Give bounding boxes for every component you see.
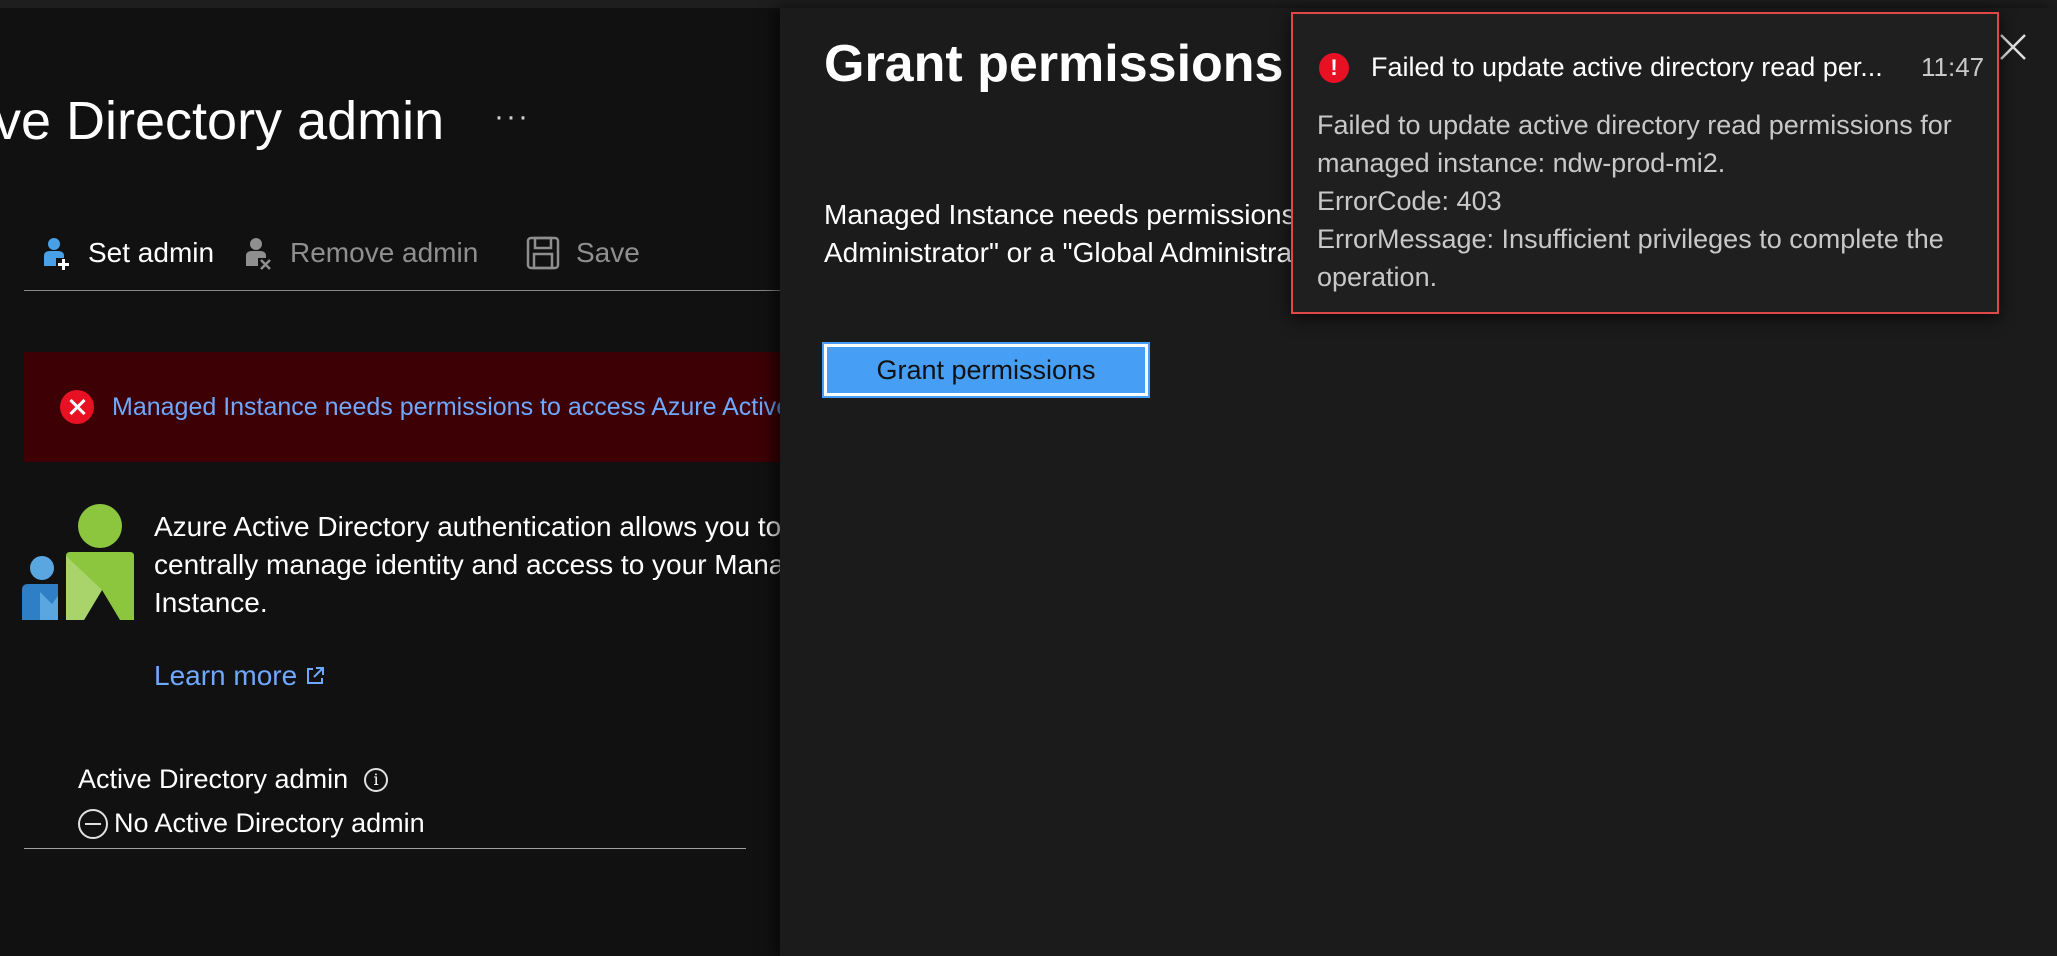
more-options-button[interactable]: ··· <box>494 100 530 134</box>
panel-title: Grant permissions <box>824 35 1284 93</box>
remove-admin-label: Remove admin <box>290 237 479 268</box>
notification-time: 11:47 <box>1921 52 1985 82</box>
set-admin-button[interactable]: Set admin <box>42 236 214 270</box>
aad-users-icon <box>22 504 134 620</box>
remove-user-icon <box>246 238 271 270</box>
add-user-icon <box>44 238 69 270</box>
save-label: Save <box>576 237 640 268</box>
error-alert-icon: ! <box>1319 52 1349 83</box>
remove-admin-button[interactable]: Remove admin <box>244 236 478 270</box>
admin-field-value: No Active Directory admin <box>78 808 425 839</box>
error-circle-icon <box>60 390 94 424</box>
toolbar: Set admin Remove admin Save <box>24 226 780 291</box>
aad-description: Azure Active Directory authentication al… <box>154 511 780 618</box>
learn-more-link[interactable]: Learn more <box>154 660 325 692</box>
aad-admin-blade: ve Directory admin ··· Set admin Remove … <box>0 8 780 956</box>
admin-label-text: Active Directory admin <box>78 764 349 794</box>
notification-title: Failed to update active directory read p… <box>1371 52 1883 82</box>
top-edge <box>0 0 2057 8</box>
page-title: ve Directory admin <box>0 91 445 151</box>
error-banner: Managed Instance needs permissions to ac… <box>24 352 780 462</box>
learn-more-label: Learn more <box>154 660 298 691</box>
external-link-icon <box>307 667 325 684</box>
save-button[interactable]: Save <box>526 236 640 270</box>
minus-circle-icon <box>78 808 108 839</box>
set-admin-label: Set admin <box>88 237 215 268</box>
close-icon[interactable] <box>1998 32 2028 62</box>
grant-permissions-button[interactable]: Grant permissions <box>822 342 1150 398</box>
notification-body: Failed to update active directory read p… <box>1317 106 1987 296</box>
admin-value-text: No Active Directory admin <box>114 808 425 838</box>
error-notification[interactable]: ! Failed to update active directory read… <box>1291 12 1999 314</box>
save-icon <box>526 236 560 270</box>
notification-line: ErrorCode: 403 <box>1317 186 1502 216</box>
notification-line: Failed to update active directory read p… <box>1317 110 1960 178</box>
notification-header: ! Failed to update active directory read… <box>1319 52 1987 83</box>
notification-line: ErrorMessage: Insufficient privileges to… <box>1317 224 1952 292</box>
info-icon[interactable]: i <box>364 767 389 792</box>
admin-field-label: Active Directory admin i <box>78 764 389 795</box>
error-banner-text[interactable]: Managed Instance needs permissions to ac… <box>112 393 780 422</box>
divider <box>24 848 746 849</box>
